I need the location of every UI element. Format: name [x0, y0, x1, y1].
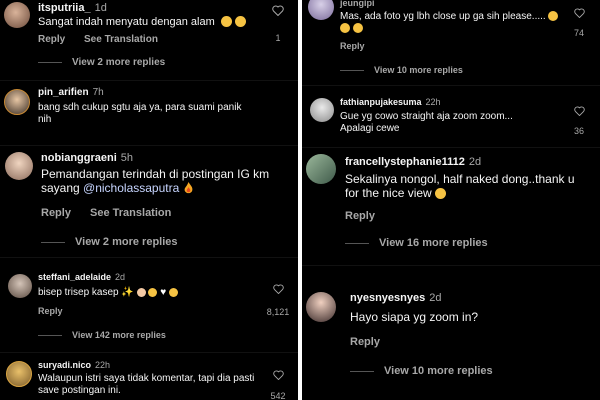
reply-button[interactable]: Reply	[38, 306, 63, 316]
comment-time: 1d	[94, 2, 107, 14]
reply-button[interactable]: Reply	[350, 336, 380, 348]
like-count: 8,121	[266, 307, 290, 317]
comment-time: 5h	[120, 152, 134, 164]
comment-time: 2d	[115, 272, 126, 282]
comment-item: suryadi.nico 22h Walaupun istri saya tida…	[0, 352, 298, 400]
like-count: 36	[573, 126, 584, 136]
comment-text: Gue yg cowo straight aja zoom zoom... Ap…	[340, 111, 513, 134]
comment-time: 7h	[92, 87, 104, 98]
comment-time: 22h	[425, 97, 441, 107]
comment-actions: Reply	[345, 210, 391, 222]
comment-actions: Reply See Translation	[38, 34, 174, 45]
mention-link[interactable]: @nicholassaputra	[83, 181, 179, 195]
comment-text: Sangat indah menyatu dengan alam	[38, 16, 246, 29]
reply-button[interactable]: Reply	[345, 210, 375, 222]
like-count: 1	[275, 33, 281, 43]
comment-item: fathianpujakesuma 22h Gue yg cowo straigh…	[302, 85, 600, 147]
see-translation-button[interactable]: See Translation	[90, 207, 171, 219]
view-more-replies[interactable]: View 16 more replies	[345, 237, 488, 249]
comment-username[interactable]: nyesnyesnyes 2d	[350, 292, 441, 304]
comment-item: nobianggraeni 5h Pemandangan terindah di …	[0, 145, 298, 257]
flexed-arm-emoji-icon	[136, 288, 146, 297]
heart-icon[interactable]	[273, 284, 284, 294]
comment-text: Sekalinya nongol, half naked dong..thank…	[345, 172, 575, 201]
avatar[interactable]	[5, 152, 33, 180]
avatar[interactable]	[4, 2, 30, 28]
comment-item: jeungipi Mas, ada foto yg lbh close up g…	[302, 0, 600, 85]
sparkles-emoji-icon: ✨	[121, 287, 134, 298]
view-more-replies[interactable]: View 10 more replies	[340, 65, 463, 75]
see-translation-button[interactable]: See Translation	[84, 34, 158, 45]
heart-icon[interactable]	[272, 5, 284, 16]
comment-item: francellystephanie1112 2d Sekalinya nongo…	[302, 147, 600, 265]
view-more-replies[interactable]: View 2 more replies	[41, 236, 178, 248]
like-count: 74	[573, 28, 584, 38]
avatar[interactable]	[306, 154, 336, 184]
laughing-emoji-icon	[340, 23, 350, 33]
view-more-replies[interactable]: View 2 more replies	[38, 57, 165, 68]
comment-text: Walaupun istri saya tidak komentar, tapi…	[38, 373, 255, 396]
comment-text: bang sdh cukup sgtu aja ya, para suami p…	[38, 102, 242, 125]
comment-time: 22h	[95, 360, 111, 370]
comment-item: steffani_adelaide 2d bisep trisep kasep ✨…	[0, 257, 298, 352]
avatar[interactable]	[8, 274, 32, 298]
avatar[interactable]	[306, 292, 336, 322]
comment-username[interactable]: fathianpujakesuma 22h	[340, 97, 441, 107]
comment-item: itsputriia_ 1d Sangat indah menyatu denga…	[0, 0, 298, 80]
comment-actions: Reply	[350, 336, 396, 348]
comment-username[interactable]: steffani_adelaide 2d	[38, 272, 125, 282]
left-comments-panel: itsputriia_ 1d Sangat indah menyatu denga…	[0, 0, 298, 400]
right-comments-panel: jeungipi Mas, ada foto yg lbh close up g…	[302, 0, 600, 400]
hearts-face-emoji-icon	[168, 288, 178, 297]
comment-actions: Reply	[38, 306, 79, 316]
view-more-replies[interactable]: View 142 more replies	[38, 330, 166, 340]
avatar[interactable]	[310, 98, 334, 122]
comment-time: 2d	[468, 156, 482, 168]
comment-item: pin_arifien 7h bang sdh cukup sgtu aja ya…	[0, 80, 298, 145]
avatar[interactable]	[4, 89, 30, 115]
laughing-emoji-icon	[352, 23, 363, 33]
comment-actions: Reply	[340, 41, 381, 51]
comment-item: nyesnyesnyes 2d Hayo siapa yg zoom in? Re…	[302, 265, 600, 400]
comment-text: Pemandangan terindah di postingan IG km …	[41, 167, 270, 196]
comment-username[interactable]: francellystephanie1112 2d	[345, 156, 481, 168]
laughing-emoji-icon	[435, 188, 447, 200]
heart-icon[interactable]	[574, 106, 585, 116]
white-heart-emoji-icon: ♥	[160, 287, 167, 298]
like-count: 542	[270, 391, 286, 400]
heart-icon[interactable]	[574, 8, 585, 18]
comment-text: Mas, ada foto yg lbh close up ga sih ple…	[340, 11, 560, 35]
reply-button[interactable]: Reply	[340, 41, 365, 51]
comment-username[interactable]: itsputriia_ 1d	[38, 2, 107, 14]
comment-actions: Reply See Translation	[41, 207, 187, 219]
reply-button[interactable]: Reply	[41, 207, 71, 219]
heart-eyes-emoji-icon	[220, 16, 232, 27]
comment-text: Hayo siapa yg zoom in?	[350, 310, 479, 324]
reply-button[interactable]: Reply	[38, 34, 65, 45]
smiling-face-emoji-icon	[148, 288, 158, 297]
fire-emoji-icon	[184, 182, 193, 194]
comment-username[interactable]: suryadi.nico 22h	[38, 360, 110, 370]
comment-username[interactable]: jeungipi	[340, 0, 375, 8]
avatar[interactable]	[6, 361, 32, 387]
view-more-replies[interactable]: View 10 more replies	[350, 365, 493, 377]
comment-text: bisep trisep kasep ✨ ♥	[38, 287, 178, 299]
heart-icon[interactable]	[273, 370, 284, 380]
comment-username[interactable]: nobianggraeni 5h	[41, 152, 133, 164]
laughing-emoji-icon	[548, 11, 559, 21]
comment-username[interactable]: pin_arifien 7h	[38, 87, 104, 98]
shy-face-emoji-icon	[234, 16, 246, 27]
comment-time: 2d	[429, 292, 442, 304]
avatar[interactable]	[308, 0, 334, 20]
